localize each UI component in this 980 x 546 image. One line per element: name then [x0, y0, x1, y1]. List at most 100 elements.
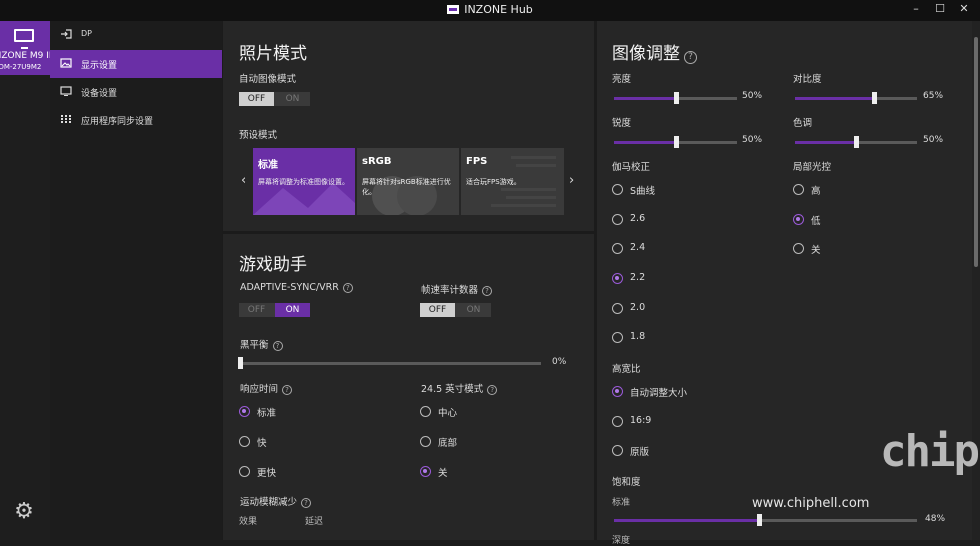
- toggle-on[interactable]: ON: [275, 92, 310, 106]
- slider-thumb[interactable]: [872, 92, 878, 104]
- picture-mode-title: 照片模式: [239, 44, 307, 64]
- saturation-sublabel: 标准: [612, 498, 631, 508]
- adaptive-sync-label: ADAPTIVE-SYNC/VRR?: [240, 282, 353, 293]
- radio-dot: [612, 303, 623, 314]
- input-source-item[interactable]: DP: [50, 21, 222, 49]
- motion-blur-text: 运动模糊减少: [240, 497, 298, 508]
- preset-card-srgb[interactable]: sRGB 屏幕将针对sRGB标准进行优化。: [357, 148, 459, 215]
- contrast-value: 65%: [923, 91, 944, 101]
- radio-label: S曲线: [630, 186, 656, 197]
- sharpness-value: 50%: [742, 135, 763, 145]
- radio-label: 中心: [438, 408, 458, 419]
- help-icon[interactable]: ?: [487, 385, 498, 395]
- saturation-label: 饱和度: [612, 477, 641, 488]
- chevron-right-icon[interactable]: ›: [569, 173, 574, 188]
- brightness-slider[interactable]: [614, 92, 737, 104]
- nav-item-device-settings[interactable]: 设备设置: [50, 78, 222, 106]
- gamma-label: 伽马校正: [612, 162, 651, 173]
- mode-245-label: 24.5 英寸模式?: [421, 381, 498, 395]
- radio-dot: [420, 436, 431, 447]
- device-model: SDM-27U9M2: [0, 63, 42, 71]
- toggle-on[interactable]: ON: [275, 303, 310, 317]
- window-title: INZONE Hub: [0, 3, 980, 16]
- radio-label: 1.8: [630, 331, 646, 342]
- preset-card-standard[interactable]: 标准 屏幕将调整为标准图像设置。: [253, 148, 355, 215]
- hue-label: 色调: [793, 118, 813, 129]
- slider-track: [240, 362, 541, 365]
- hue-value: 50%: [923, 135, 944, 145]
- help-icon[interactable]: ?: [684, 51, 697, 64]
- radio-dot: [793, 214, 804, 225]
- local-dimming-label: 局部光控: [793, 162, 832, 173]
- help-icon[interactable]: ?: [342, 283, 353, 293]
- maximize-button[interactable]: ☐: [928, 2, 952, 18]
- close-button[interactable]: ✕: [952, 2, 976, 18]
- slider-fill: [614, 141, 676, 144]
- radio-dot: [793, 184, 804, 195]
- toggle-off[interactable]: OFF: [239, 92, 274, 106]
- gear-icon[interactable]: ⚙: [13, 501, 35, 523]
- nav-item-label: 显示设置: [81, 61, 118, 71]
- radio-label: 底部: [438, 438, 458, 449]
- black-equalizer-slider[interactable]: [238, 357, 541, 369]
- radio-dot: [612, 332, 623, 343]
- watermark-text: www.chiphell.com: [752, 496, 870, 511]
- radio-label: 原版: [630, 447, 650, 458]
- help-icon[interactable]: ?: [482, 286, 493, 296]
- radio-label: 快: [257, 438, 267, 449]
- preset-card-fps[interactable]: FPS 适合玩FPS游戏。: [461, 148, 564, 215]
- preset-title: 标准: [258, 160, 278, 171]
- toggle-off[interactable]: OFF: [239, 303, 274, 317]
- image-adjust-title-text: 图像调整: [612, 44, 680, 64]
- nav-item-display-settings[interactable]: 显示设置: [50, 50, 222, 78]
- black-equalizer-value: 0%: [552, 357, 567, 367]
- brightness-value: 50%: [742, 91, 763, 101]
- adaptive-sync-toggle[interactable]: OFF ON: [239, 303, 310, 317]
- slider-thumb[interactable]: [673, 92, 679, 104]
- slider-thumb[interactable]: [238, 357, 243, 369]
- apps-grid-icon: [61, 115, 71, 123]
- auto-picture-toggle[interactable]: OFF ON: [239, 92, 310, 106]
- toggle-on[interactable]: ON: [456, 303, 491, 317]
- slider-fill: [795, 97, 875, 100]
- slider-thumb[interactable]: [673, 136, 679, 148]
- radio-label: 2.6: [630, 213, 646, 224]
- radio-dot: [239, 406, 250, 417]
- preset-mode-label: 预设模式: [239, 130, 278, 141]
- nav-item-app-sync[interactable]: 应用程序同步设置: [50, 106, 222, 134]
- radio-label: 关: [811, 245, 821, 256]
- nav-item-label: 应用程序同步设置: [81, 117, 154, 127]
- radio-label: 2.2: [630, 272, 646, 283]
- help-icon[interactable]: ?: [301, 498, 312, 508]
- scrollbar-thumb[interactable]: [974, 37, 978, 267]
- preset-desc: 屏幕将针对sRGB标准进行优化。: [362, 178, 451, 196]
- radio-label: 2.4: [630, 242, 646, 253]
- auto-picture-label: 自动图像模式: [239, 74, 297, 85]
- preset-desc: 屏幕将调整为标准图像设置。: [258, 178, 349, 186]
- hue-slider[interactable]: [795, 136, 917, 148]
- image-icon: [60, 58, 72, 68]
- help-icon[interactable]: ?: [282, 385, 293, 395]
- aspect-label: 高宽比: [612, 364, 641, 375]
- device-sidebar: INZONE M9 II SDM-27U9M2 ⚙: [0, 21, 52, 540]
- slider-thumb[interactable]: [854, 136, 859, 148]
- game-assist-title: 游戏助手: [239, 255, 307, 275]
- radio-label: 自动调整大小: [630, 388, 688, 399]
- motion-blur-label: 运动模糊减少?: [240, 494, 312, 508]
- slider-fill: [614, 519, 760, 522]
- fps-counter-toggle[interactable]: OFF ON: [420, 303, 491, 317]
- help-icon[interactable]: ?: [272, 341, 283, 351]
- sharpness-slider[interactable]: [614, 136, 737, 148]
- contrast-slider[interactable]: [795, 92, 917, 104]
- minimize-button[interactable]: –: [904, 2, 928, 18]
- input-source-label: DP: [81, 29, 92, 38]
- radio-dot: [612, 416, 623, 427]
- chevron-left-icon[interactable]: ‹: [241, 173, 246, 188]
- radio-label: 2.0: [630, 302, 646, 313]
- toggle-off[interactable]: OFF: [420, 303, 455, 317]
- device-tile[interactable]: INZONE M9 II SDM-27U9M2: [0, 21, 52, 75]
- response-time-text: 响应时间: [240, 384, 279, 395]
- radio-dot: [612, 386, 623, 397]
- radio-dot: [612, 184, 623, 195]
- fps-counter-text: 帧速率计数器: [421, 285, 479, 296]
